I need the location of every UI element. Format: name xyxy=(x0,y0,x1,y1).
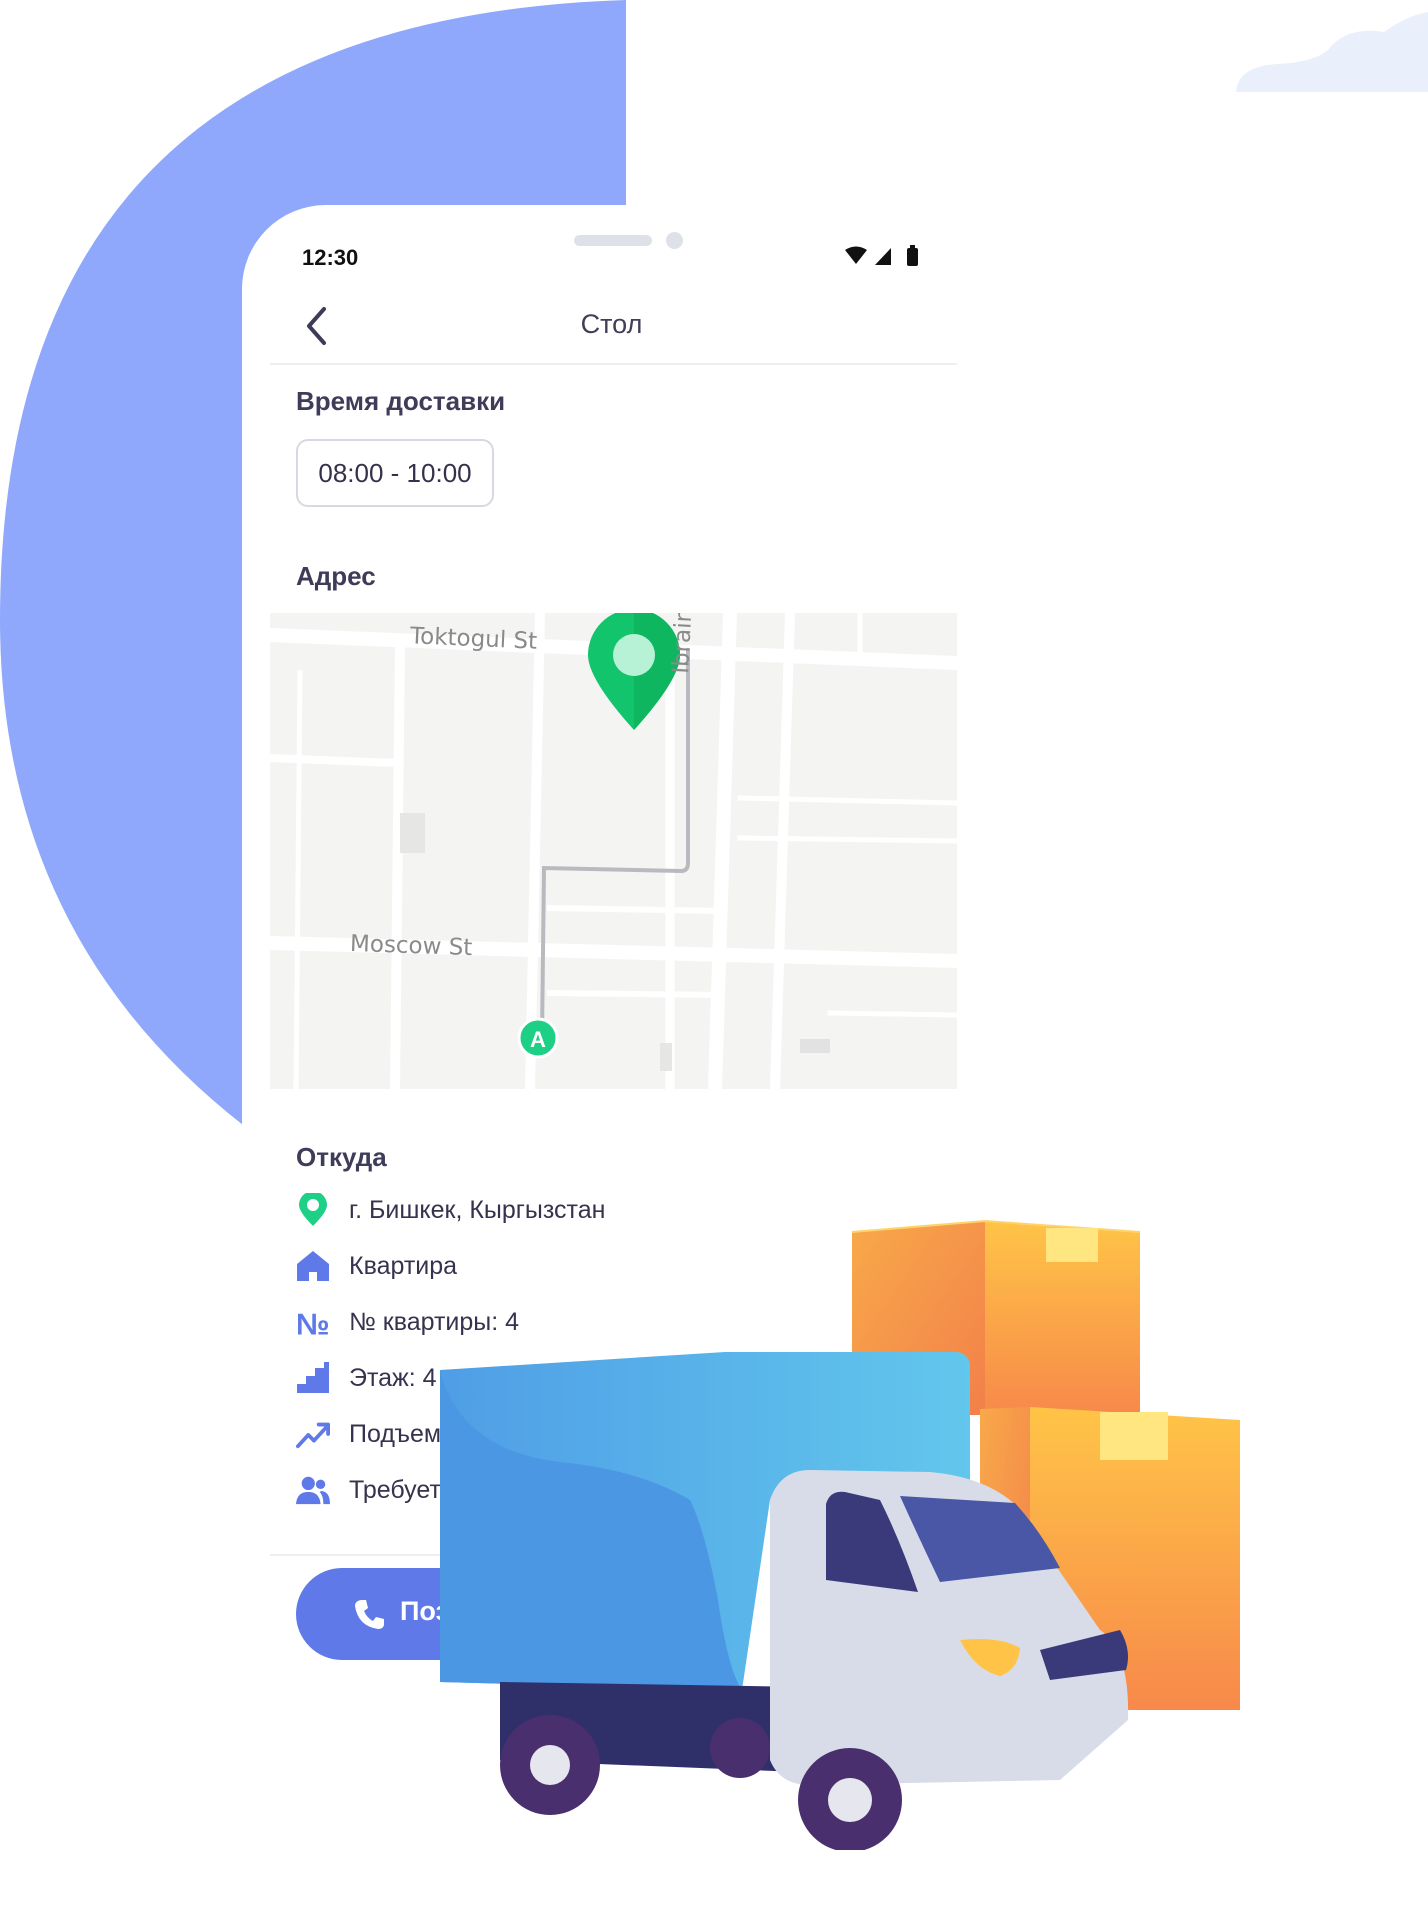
status-time: 12:30 xyxy=(302,245,359,270)
map-roads: A xyxy=(270,613,957,1089)
from-floor-row: Этаж: 4 xyxy=(296,1358,437,1398)
from-lift-row: Подъем xyxy=(296,1414,441,1454)
chevron-left-icon xyxy=(307,307,326,345)
truck-wheel xyxy=(710,1718,770,1778)
signal-icon xyxy=(875,248,891,265)
wifi-icon xyxy=(845,246,867,264)
street-label-ibrain: Ibrain xyxy=(668,613,698,675)
truck-wheel xyxy=(798,1748,902,1850)
delivery-time-chip[interactable]: 08:00 - 10:00 xyxy=(296,439,494,507)
svg-text:A: A xyxy=(530,1027,546,1052)
delivery-time-title: Время доставки xyxy=(296,386,506,416)
status-icons xyxy=(845,245,927,272)
from-dwelling-row: Квартира xyxy=(296,1246,457,1286)
phone-icon xyxy=(355,1600,384,1629)
street-label-toktogul: Toktogul St xyxy=(409,623,538,655)
phone-camera xyxy=(666,232,683,249)
number-sign-icon: № xyxy=(296,1305,330,1339)
street-label-moscow: Moscow St xyxy=(349,930,473,962)
from-movers-text: Требует xyxy=(349,1475,441,1504)
from-floor-text: Этаж: 4 xyxy=(349,1363,437,1392)
from-lift-text: Подъем xyxy=(349,1419,442,1448)
address-title: Адрес xyxy=(296,561,376,591)
people-icon xyxy=(296,1473,330,1507)
cloud-decoration xyxy=(1236,12,1428,92)
from-title: Откуда xyxy=(296,1142,387,1172)
truck-wheel xyxy=(500,1715,600,1815)
start-marker-a: A xyxy=(517,1017,559,1059)
address-map[interactable]: A Toktogul St Moscow St Ibrain xyxy=(270,613,957,1089)
page-title: Стол xyxy=(580,309,643,339)
from-apartment-row: № № квартиры: 4 xyxy=(296,1302,519,1342)
battery-icon xyxy=(907,248,918,266)
home-icon xyxy=(296,1249,330,1283)
phone-speaker xyxy=(574,235,652,246)
from-location-row: г. Бишкек, Кыргызстан xyxy=(296,1190,605,1230)
trending-up-icon xyxy=(296,1417,330,1451)
from-movers-row: Требует xyxy=(296,1470,441,1510)
header-divider xyxy=(270,363,957,365)
back-button[interactable] xyxy=(296,304,336,350)
svg-text:№: № xyxy=(296,1308,330,1338)
delivery-truck-illustration xyxy=(440,1219,1240,1850)
stairs-icon xyxy=(296,1361,330,1395)
location-pin-icon xyxy=(296,1193,330,1227)
